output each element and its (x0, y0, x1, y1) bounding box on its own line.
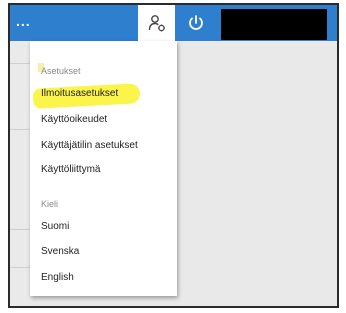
menu-item-permissions[interactable]: Käyttöoikeudet (41, 114, 107, 125)
menu-item-notification-settings[interactable]: Ilmoitusasetukset (41, 88, 118, 99)
language-section-header: Kieli (41, 199, 59, 209)
power-icon (189, 15, 203, 30)
user-switch-icon (148, 15, 165, 32)
redacted-username (221, 9, 327, 40)
menu-item-account-settings[interactable]: Käyttäjätilin asetukset (41, 140, 138, 151)
app-frame: ... Asetukset Ilmoitusasetukset Käyttöoi… (8, 3, 339, 308)
settings-dropdown-menu: Asetukset Ilmoitusasetukset Käyttöoikeud… (30, 41, 177, 296)
menu-item-language-finnish[interactable]: Suomi (41, 221, 69, 232)
menu-item-user-interface[interactable]: Käyttöliittymä (41, 164, 100, 175)
left-strip (10, 41, 30, 306)
user-menu-button[interactable] (138, 5, 175, 41)
logout-button[interactable] (178, 5, 214, 41)
settings-section-header: Asetukset (41, 66, 81, 76)
more-menu-icon[interactable]: ... (16, 13, 31, 29)
menu-item-language-swedish[interactable]: Svenska (41, 246, 79, 257)
top-bar: ... (10, 5, 337, 41)
menu-item-language-english[interactable]: English (41, 272, 74, 283)
